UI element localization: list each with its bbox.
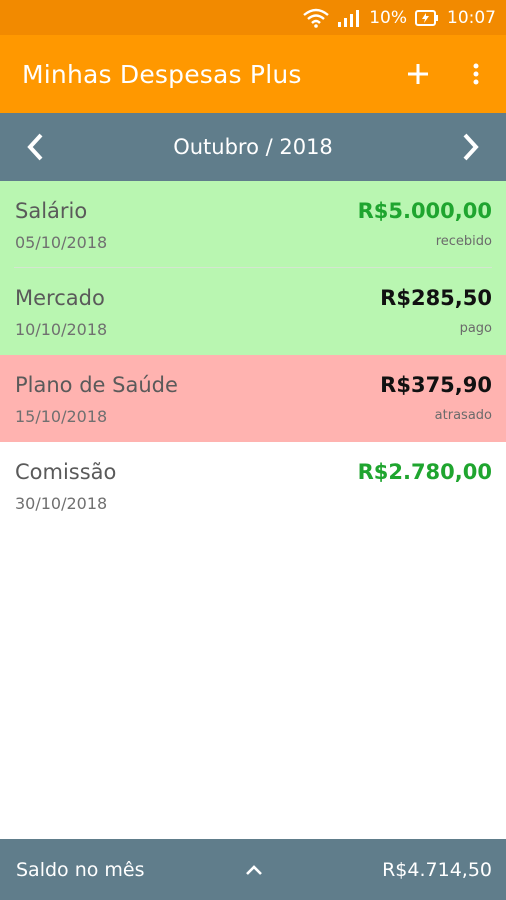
transaction-row-salario[interactable]: Salário 05/10/2018 R$5.000,00 recebido [0, 181, 506, 268]
transaction-date: 05/10/2018 [15, 233, 108, 252]
transaction-date: 30/10/2018 [15, 494, 108, 513]
more-options-button[interactable] [454, 52, 498, 96]
chevron-left-icon [27, 133, 43, 161]
app-title: Minhas Despesas Plus [22, 59, 302, 89]
balance-value: R$4.714,50 [382, 858, 492, 881]
status-bar: 10% 10:07 [0, 0, 506, 35]
transaction-status: pago [459, 321, 492, 336]
transaction-row-comissao[interactable]: Comissão 30/10/2018 R$2.780,00 [0, 442, 506, 529]
month-label: Outubro / 2018 [173, 135, 333, 159]
monthly-balance-bar: Saldo no mês R$4.714,50 [0, 839, 506, 900]
transaction-amount: R$5.000,00 [357, 199, 492, 223]
chevron-right-icon [463, 133, 479, 161]
chevron-up-icon [246, 864, 262, 875]
next-month-button[interactable] [436, 113, 506, 181]
transaction-title: Salário [15, 199, 88, 223]
signal-icon [337, 8, 361, 28]
plus-icon [408, 64, 428, 84]
transaction-amount: R$2.780,00 [357, 460, 492, 484]
transaction-status: recebido [435, 234, 492, 249]
clock: 10:07 [447, 7, 496, 28]
transaction-date: 10/10/2018 [15, 320, 108, 339]
transaction-list: Salário 05/10/2018 R$5.000,00 recebido M… [0, 181, 506, 529]
wifi-icon [303, 8, 329, 28]
more-vert-icon [473, 63, 479, 85]
transaction-title: Plano de Saúde [15, 373, 178, 397]
previous-month-button[interactable] [0, 113, 70, 181]
expand-summary-button[interactable] [232, 848, 276, 892]
transaction-amount: R$285,50 [380, 286, 492, 310]
month-selector: Outubro / 2018 [0, 113, 506, 181]
transaction-status: atrasado [434, 408, 492, 423]
balance-label: Saldo no mês [16, 858, 145, 881]
transaction-date: 15/10/2018 [15, 407, 108, 426]
transaction-amount: R$375,90 [380, 373, 492, 397]
add-button[interactable] [396, 52, 440, 96]
transaction-row-mercado[interactable]: Mercado 10/10/2018 R$285,50 pago [0, 268, 506, 355]
battery-charging-icon [415, 8, 439, 28]
battery-percent: 10% [369, 7, 407, 28]
transaction-row-plano-de-saude[interactable]: Plano de Saúde 15/10/2018 R$375,90 atras… [0, 355, 506, 442]
transaction-title: Comissão [15, 460, 117, 484]
transaction-title: Mercado [15, 286, 105, 310]
app-bar: Minhas Despesas Plus [0, 35, 506, 113]
